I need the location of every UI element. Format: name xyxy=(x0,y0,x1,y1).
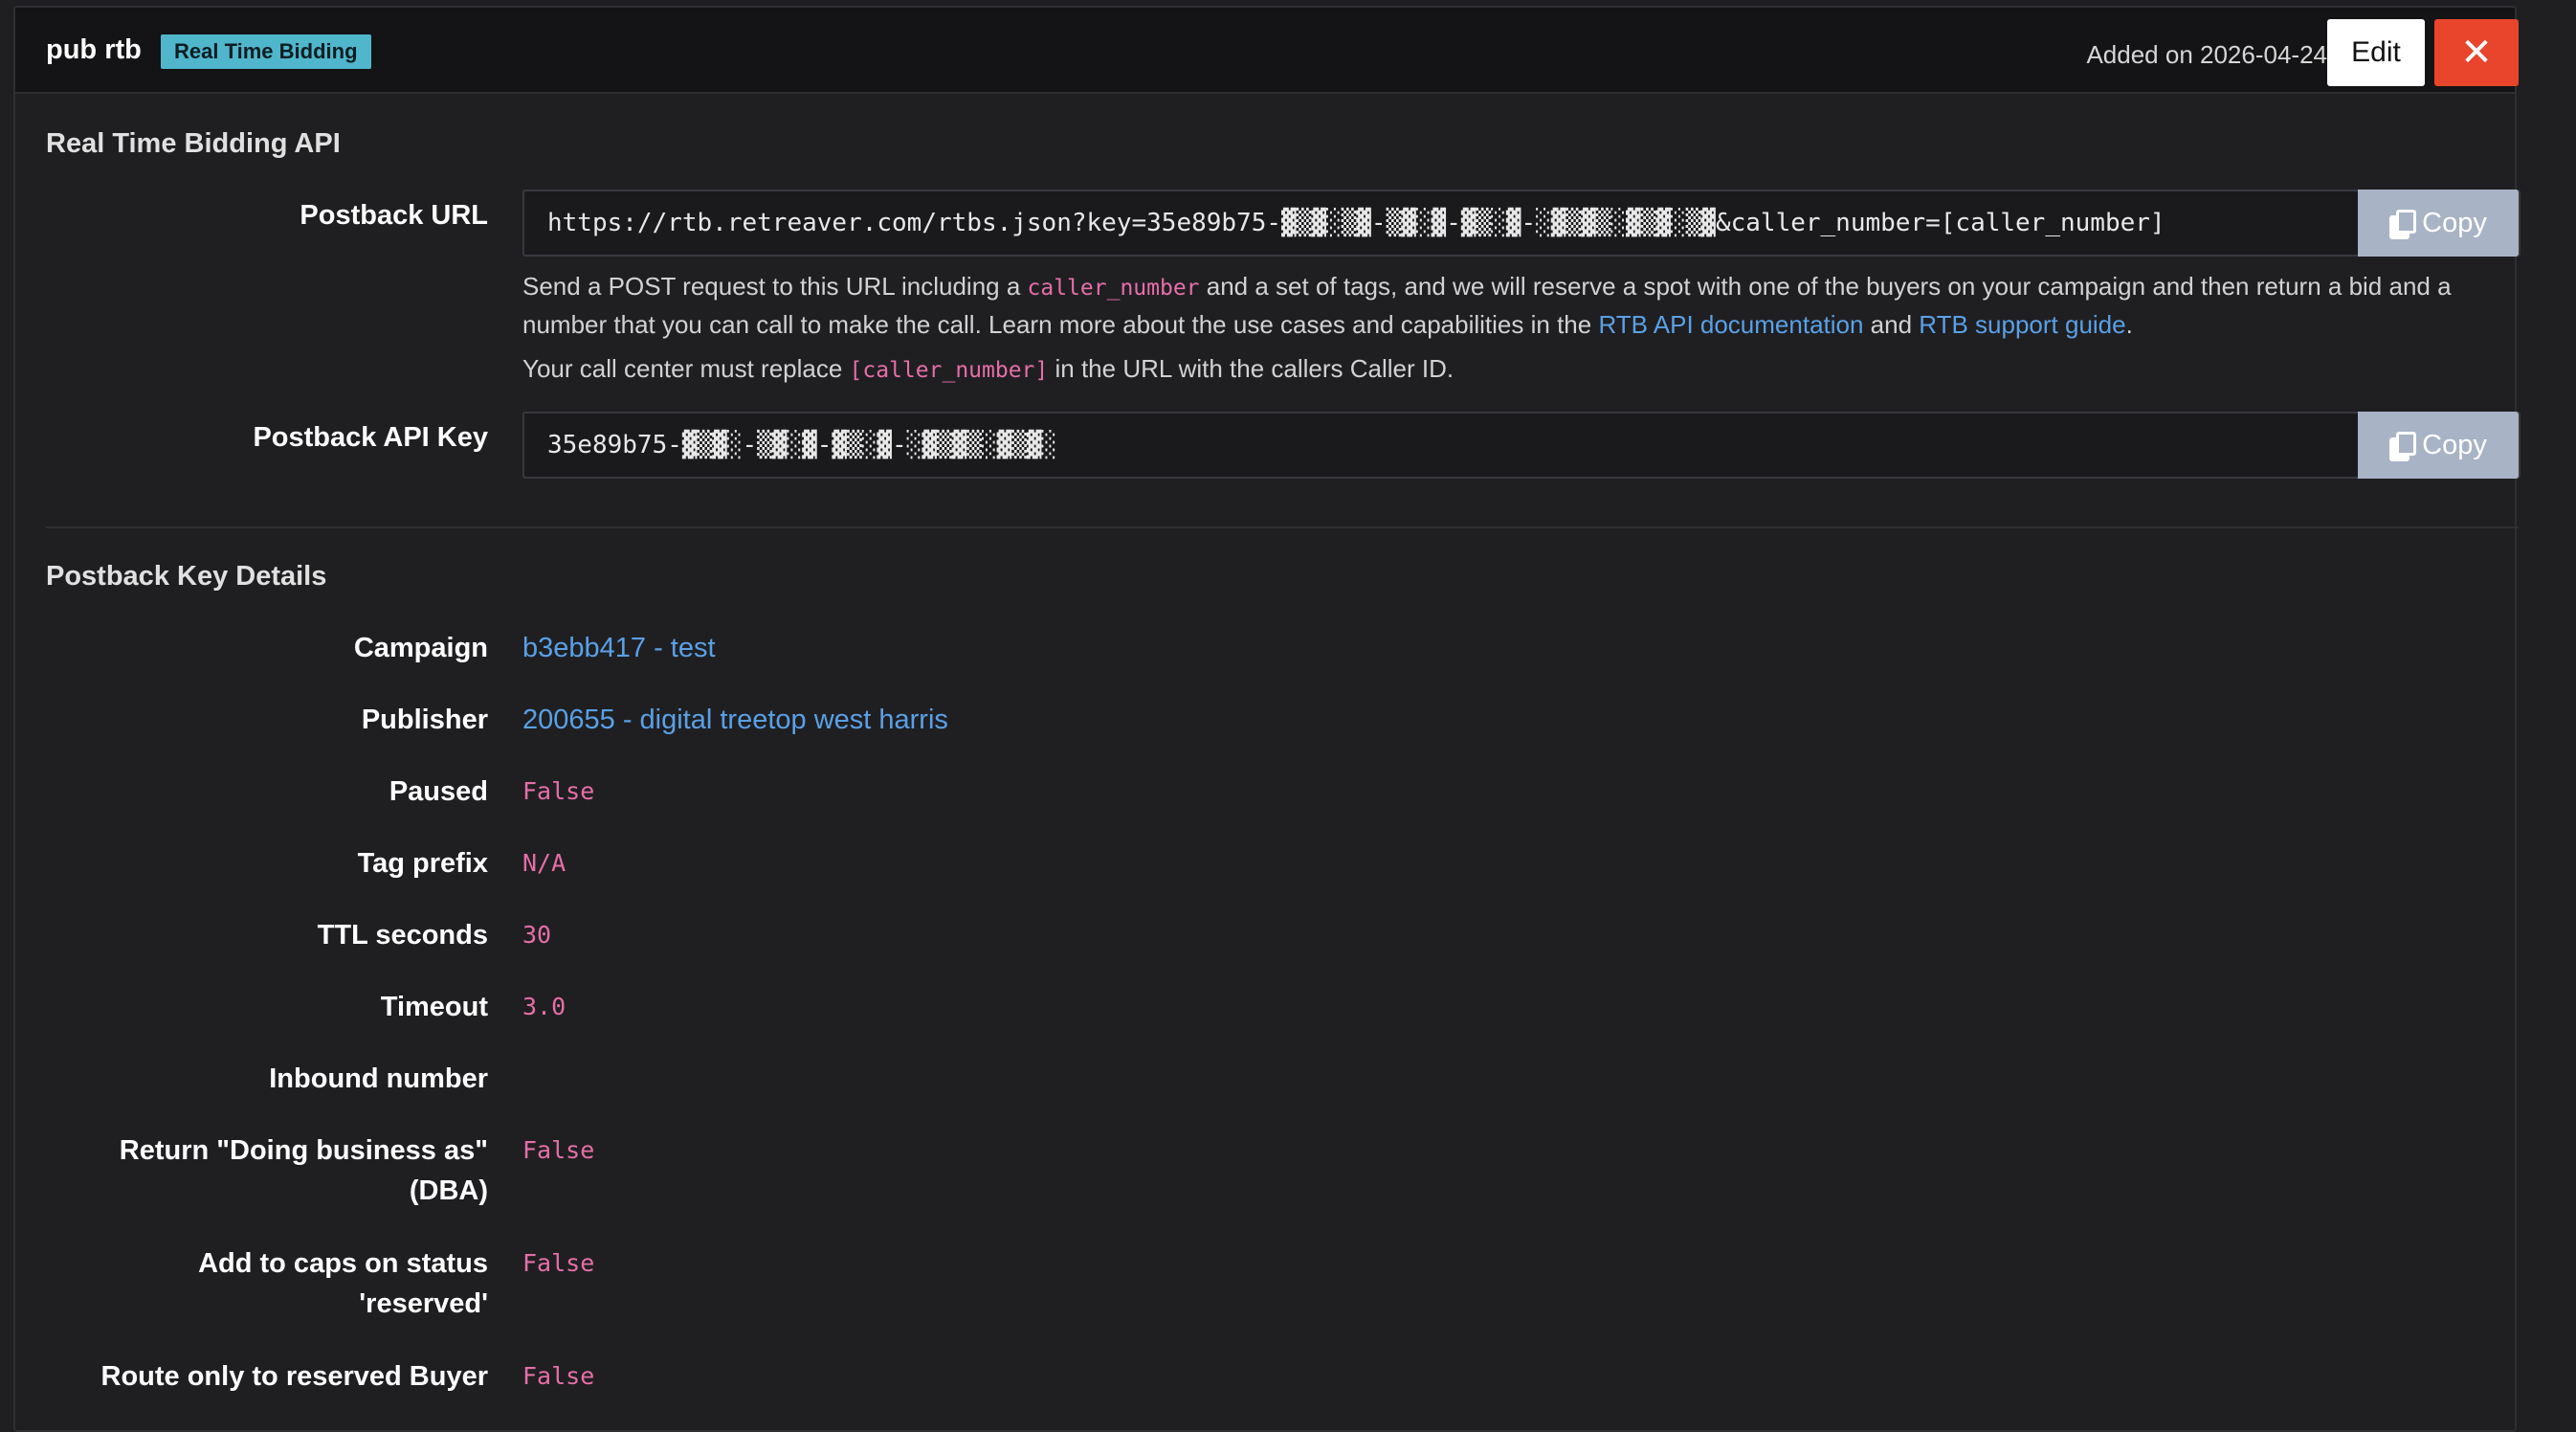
close-button[interactable]: ✕ xyxy=(2434,19,2519,86)
help-text: . xyxy=(2125,310,2133,339)
add-to-caps-label-line1: Add to caps on status xyxy=(198,1248,488,1279)
panel-header: pub rtb Real Time Bidding Added on 2026-… xyxy=(15,8,2519,94)
type-badge: Real Time Bidding xyxy=(161,34,371,69)
postback-url-label: Postback URL xyxy=(300,200,488,231)
route-reserved-label: Route only to reserved Buyer xyxy=(100,1361,489,1392)
rtb-detail-panel: pub rtb Real Time Bidding Added on 2026-… xyxy=(13,6,2520,1432)
help-text: in the URL with the callers Caller ID. xyxy=(1048,354,1455,383)
help-code-caller-number-placeholder: [caller_number] xyxy=(849,358,1049,383)
copy-key-button[interactable]: Copy xyxy=(2358,412,2519,479)
close-icon: ✕ xyxy=(2460,32,2493,74)
postback-url-value[interactable]: https://rtb.retreaver.com/rtbs.json?key=… xyxy=(547,191,2165,255)
paused-value: False xyxy=(522,777,595,805)
rtb-api-documentation-link[interactable]: RTB API documentation xyxy=(1598,310,1863,339)
edit-button[interactable]: Edit xyxy=(2327,19,2425,86)
section-divider xyxy=(46,526,2519,528)
caller-number-help: Your call center must replace [caller_nu… xyxy=(522,350,2522,389)
campaign-link[interactable]: b3ebb417 - test xyxy=(522,628,716,668)
add-to-caps-label-line2: 'reserved' xyxy=(359,1288,488,1319)
added-date: Added on 2026-04-24 xyxy=(2086,40,2327,69)
help-text: Send a POST request to this URL includin… xyxy=(522,272,1028,301)
campaign-label: Campaign xyxy=(353,633,488,663)
add-to-caps-label: Add to caps on status 'reserved' xyxy=(198,1243,488,1324)
return-dba-label-line2: (DBA) xyxy=(409,1175,488,1206)
return-dba-label: Return "Doing business as" (DBA) xyxy=(120,1130,488,1211)
publisher-link[interactable]: 200655 - digital treetop west harris xyxy=(522,700,948,740)
copy-url-label: Copy xyxy=(2422,207,2487,238)
rtb-support-guide-link[interactable]: RTB support guide xyxy=(1919,310,2125,339)
page-title: pub rtb xyxy=(46,34,142,65)
tag-prefix-label: Tag prefix xyxy=(357,848,488,879)
details-section-title: Postback Key Details xyxy=(46,561,327,592)
timeout-label: Timeout xyxy=(380,992,488,1022)
rtb-api-section-title: Real Time Bidding API xyxy=(46,128,341,159)
help-text: Your call center must replace xyxy=(522,354,850,383)
publisher-label: Publisher xyxy=(361,705,488,735)
tag-prefix-value: N/A xyxy=(522,849,566,877)
copy-key-label: Copy xyxy=(2422,429,2487,460)
return-dba-value: False xyxy=(522,1136,595,1164)
copy-icon xyxy=(2389,432,2417,461)
help-text: and xyxy=(1863,310,1920,339)
postback-api-key-field[interactable]: 35e89b75-▓▒▓░-▒▓░▓-▓▒░▓-░▓▒▓▒░▓▒▓░ Copy xyxy=(522,412,2520,479)
return-dba-label-line1: Return "Doing business as" xyxy=(119,1135,488,1166)
inbound-number-label: Inbound number xyxy=(269,1063,488,1094)
add-to-caps-value: False xyxy=(522,1249,595,1277)
postback-api-key-value[interactable]: 35e89b75-▓▒▓░-▒▓░▓-▓▒░▓-░▓▒▓▒░▓▒▓░ xyxy=(547,414,1056,477)
postback-url-help: Send a POST request to this URL includin… xyxy=(522,268,2522,343)
postback-api-key-label: Postback API Key xyxy=(253,422,488,453)
paused-label: Paused xyxy=(389,776,488,807)
ttl-seconds-label: TTL seconds xyxy=(317,920,488,951)
copy-url-button[interactable]: Copy xyxy=(2358,190,2519,257)
route-reserved-value: False xyxy=(522,1362,595,1390)
help-code-caller-number: caller_number xyxy=(1027,276,1200,301)
timeout-value: 3.0 xyxy=(522,993,566,1020)
copy-icon xyxy=(2389,210,2417,239)
ttl-seconds-value: 30 xyxy=(522,921,552,949)
postback-url-field[interactable]: https://rtb.retreaver.com/rtbs.json?key=… xyxy=(522,190,2520,257)
